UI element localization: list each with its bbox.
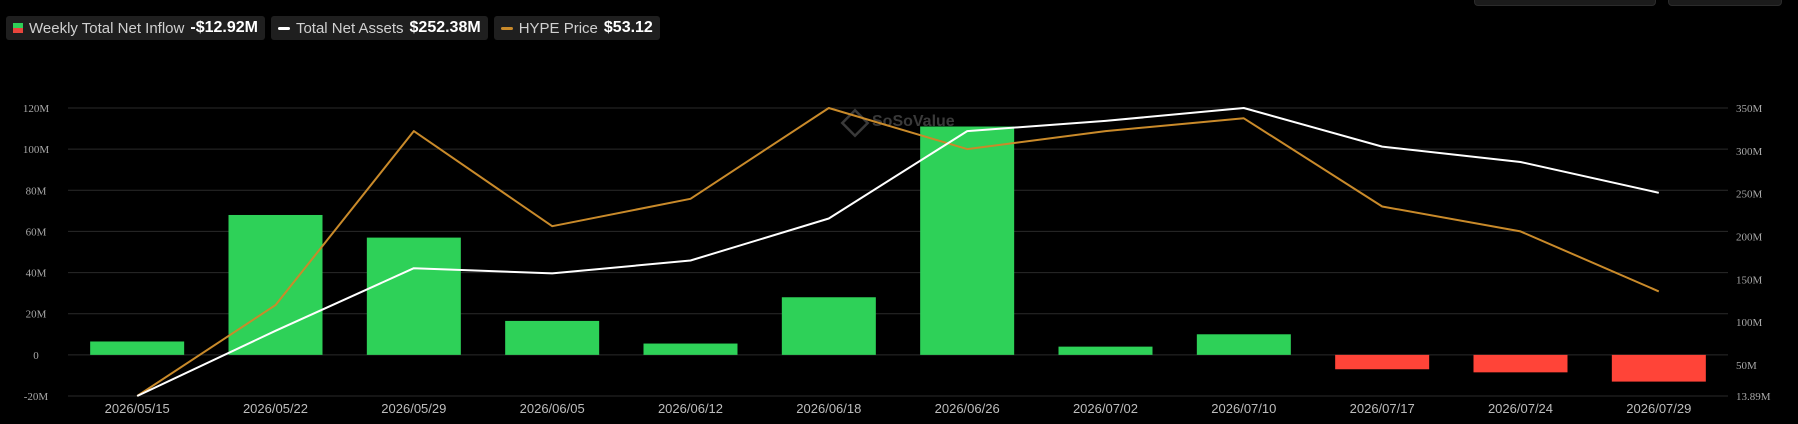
series-lines [136, 107, 1660, 397]
inflow-bar[interactable] [1058, 346, 1153, 355]
inflow-bar[interactable] [1335, 354, 1430, 370]
left-tick-label: 120M [23, 103, 50, 115]
left-tick-label: -20M [24, 391, 49, 403]
line-swatch-icon [277, 26, 290, 30]
left-tick-label: 40M [26, 268, 47, 280]
right-axis-labels: 13.89M 50M 100M 150M 200M 250M 300M 350M [1736, 103, 1771, 403]
x-tick-label: 2026/05/22 [243, 401, 308, 416]
inflow-bar[interactable] [781, 297, 876, 355]
inflow-bar[interactable] [90, 341, 185, 355]
legend-inflow-value: -$12.92M [190, 19, 258, 36]
x-tick-label: 2026/06/05 [520, 401, 585, 416]
right-tick-label: 50M [1736, 360, 1757, 372]
legend-price[interactable]: HYPE Price $53.12 [493, 16, 660, 40]
inflow-bar[interactable] [1611, 354, 1706, 382]
x-tick-label: 2026/07/10 [1211, 401, 1276, 416]
inflow-bar[interactable] [366, 237, 461, 355]
right-tick-label: 150M [1736, 274, 1763, 286]
x-tick-label: 2026/07/24 [1488, 401, 1553, 416]
legend: Weekly Total Net Inflow -$12.92M Total N… [6, 16, 660, 40]
left-tick-label: 0 [33, 350, 39, 362]
right-tick-label: 250M [1736, 189, 1763, 201]
right-tick-label: 300M [1736, 146, 1763, 158]
inflow-bar[interactable] [505, 320, 600, 355]
legend-price-label: HYPE Price [518, 19, 598, 37]
inflow-bar[interactable] [643, 343, 738, 355]
x-tick-label: 2026/06/26 [935, 401, 1000, 416]
inflow-chart: SoSoValue -20M020M40M60M80M100M120M 13.8… [23, 103, 1771, 416]
x-tick-label: 2026/07/17 [1350, 401, 1415, 416]
legend-assets-value: $252.38M [409, 19, 481, 36]
bar-swatch-icon [13, 23, 23, 33]
left-tick-label: 80M [26, 185, 47, 197]
legend-price-value: $53.12 [603, 19, 653, 36]
x-axis-labels: 2026/05/15 2026/05/22 2026/05/29 2026/06/05… [105, 401, 1692, 416]
x-tick-label: 2026/07/29 [1626, 401, 1691, 416]
x-tick-label: 2026/05/15 [105, 401, 170, 416]
right-tick-label: 13.89M [1736, 391, 1771, 403]
x-tick-label: 2026/05/29 [381, 401, 446, 416]
legend-assets[interactable]: Total Net Assets $252.38M [270, 16, 488, 40]
inflow-bar[interactable] [228, 214, 323, 355]
left-tick-label: 100M [23, 144, 50, 156]
line-swatch-icon [500, 26, 513, 30]
x-tick-label: 2026/06/18 [796, 401, 861, 416]
right-tick-label: 350M [1736, 103, 1763, 115]
inflow-bar[interactable] [920, 126, 1015, 355]
left-tick-label: 60M [26, 226, 47, 238]
left-tick-label: 20M [26, 309, 47, 321]
right-tick-label: 100M [1736, 317, 1763, 329]
assets-line [136, 107, 1660, 397]
legend-assets-label: Total Net Assets [295, 19, 404, 37]
legend-inflow-label: Weekly Total Net Inflow [29, 19, 185, 37]
left-axis-labels: -20M 0 20M 40M 60M 80M 100M 120M [23, 103, 50, 403]
x-tick-label: 2026/07/02 [1073, 401, 1138, 416]
inflow-bars [90, 126, 1706, 382]
inflow-bar[interactable] [1473, 354, 1568, 373]
inflow-bar[interactable] [1196, 334, 1291, 355]
legend-inflow[interactable]: Weekly Total Net Inflow -$12.92M [6, 16, 265, 40]
right-tick-label: 200M [1736, 232, 1763, 244]
x-tick-label: 2026/06/12 [658, 401, 723, 416]
